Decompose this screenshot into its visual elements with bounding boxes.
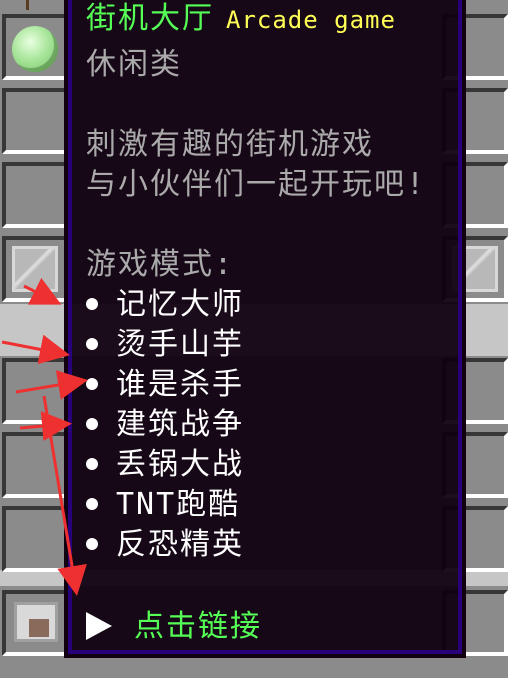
inventory-slot[interactable] [2, 358, 68, 424]
tooltip-description-line2: 与小伙伴们一起开玩吧! [86, 167, 427, 202]
glass-pane-icon[interactable] [12, 246, 58, 292]
mode-label: 记忆大师 [116, 287, 244, 322]
inventory-slot[interactable] [2, 506, 68, 572]
bullet-icon [86, 297, 98, 310]
tooltip-category: 休闲类 [86, 47, 182, 82]
tooltip-title-en: Arcade game [226, 6, 396, 34]
item-tip [26, 0, 29, 10]
mode-item: TNT跑酷 [86, 486, 240, 524]
slime-ball-icon[interactable] [12, 26, 58, 72]
sheep-face [29, 619, 49, 637]
link-row[interactable]: 点击链接 [86, 608, 262, 646]
mode-label: 建筑战争 [116, 407, 244, 442]
inventory-slot[interactable] [2, 88, 68, 154]
bullet-icon [86, 377, 98, 390]
item-tooltip: 街机大厅 Arcade game 休闲类 刺激有趣的街机游戏 与小伙伴们一起开玩吧… [64, 0, 466, 658]
mode-item: 丢锅大战 [86, 446, 244, 484]
bullet-icon [86, 497, 98, 510]
tooltip-description-line1: 刺激有趣的街机游戏 [86, 127, 374, 162]
mode-label: 谁是杀手 [116, 367, 244, 402]
tooltip-modes-header: 游戏模式: [86, 247, 235, 282]
mode-item: 记忆大师 [86, 286, 244, 324]
bullet-icon [86, 537, 98, 550]
sheep-head-icon[interactable] [14, 602, 58, 642]
mode-label: TNT跑酷 [116, 487, 241, 522]
inventory-slot[interactable] [2, 432, 68, 498]
bullet-icon [86, 417, 98, 430]
inventory-slot[interactable] [2, 162, 68, 228]
mode-item: 谁是杀手 [86, 366, 244, 404]
bullet-icon [86, 457, 98, 470]
tooltip-title-row: 街机大厅 Arcade game [86, 0, 396, 39]
bullet-icon [86, 337, 98, 350]
mode-label: 丢锅大战 [116, 447, 244, 482]
tooltip-title-cn: 街机大厅 [86, 1, 214, 36]
mode-label: 烫手山芋 [116, 327, 244, 362]
link-label[interactable]: 点击链接 [134, 609, 262, 644]
mode-item: 建筑战争 [86, 406, 244, 444]
mode-item: 反恐精英 [86, 526, 244, 564]
cursor-arrow-icon [86, 611, 112, 640]
mode-item: 烫手山芋 [86, 326, 244, 364]
mode-label: 反恐精英 [116, 527, 244, 562]
